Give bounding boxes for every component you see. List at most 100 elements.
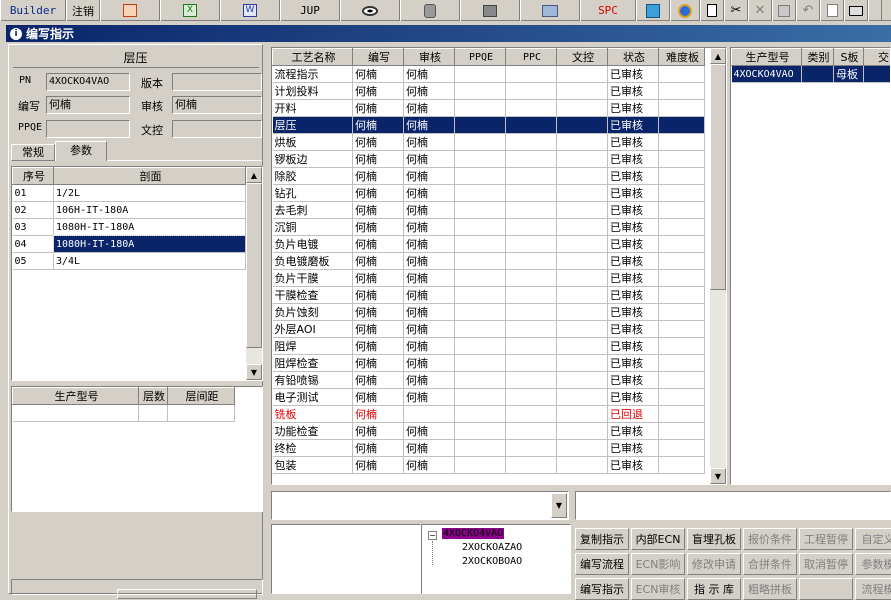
computer-icon[interactable] [520, 0, 580, 21]
action-button[interactable]: 参数模 [855, 553, 891, 575]
scroll-down-icon[interactable]: ▼ [246, 364, 262, 380]
docctrl-field[interactable] [172, 120, 262, 138]
table-row[interactable]: 去毛刺何楠何楠已审核 [273, 202, 705, 219]
col-header[interactable]: PPC [506, 49, 557, 66]
print-preview-icon[interactable] [820, 0, 844, 21]
undo-icon[interactable]: ↶ [796, 0, 820, 21]
process-scrollbar[interactable]: ▲ ▼ [710, 48, 726, 484]
action-button[interactable]: 流程模 [855, 578, 891, 600]
action-button[interactable]: 工程暂停 [799, 528, 853, 550]
profile-scrollbar[interactable]: ▲ ▼ [246, 167, 262, 380]
version-field[interactable] [172, 73, 262, 91]
bottom-button[interactable] [117, 589, 257, 599]
action-button[interactable]: 修改申请 [687, 553, 741, 575]
excel-icon[interactable]: X [160, 0, 220, 21]
scroll-thumb[interactable] [246, 183, 262, 348]
table-row[interactable]: 功能检查何楠何楠已审核 [273, 423, 705, 440]
print-icon[interactable] [844, 0, 868, 21]
action-button[interactable]: 取消暂停 [799, 553, 853, 575]
table-row[interactable]: 电子测试何楠何楠已审核 [273, 389, 705, 406]
action-button[interactable]: ECN审核 [631, 578, 685, 600]
combo-right[interactable] [575, 491, 891, 520]
table-row[interactable]: 沉铜何楠何楠已审核 [273, 219, 705, 236]
ppqe-field[interactable] [46, 120, 130, 138]
table-row[interactable]: 铣板何楠已回退 [273, 406, 705, 423]
table-row[interactable]: 开料何楠何楠已审核 [273, 100, 705, 117]
table-row[interactable]: 终检何楠何楠已审核 [273, 440, 705, 457]
word-icon[interactable]: W [220, 0, 280, 21]
table-row[interactable]: 锣板边何楠何楠已审核 [273, 151, 705, 168]
action-button[interactable]: 盲埋孔板 [687, 528, 741, 550]
action-button[interactable]: 编写指示 [575, 578, 629, 600]
table-row[interactable]: 负片干膜何楠何楠已审核 [273, 270, 705, 287]
col-header[interactable]: 工艺名称 [273, 49, 353, 66]
save-icon[interactable] [772, 0, 796, 21]
pn-field[interactable]: 4XOCKO4VAO [46, 73, 130, 91]
table-row[interactable]: 干膜检查何楠何楠已审核 [273, 287, 705, 304]
col-header-index[interactable]: 序号 [13, 168, 54, 185]
table-row[interactable]: 负片蚀刻何楠何楠已审核 [273, 304, 705, 321]
new-file-icon[interactable] [700, 0, 724, 21]
tree-child[interactable]: 2XOCKOBOAO [462, 556, 522, 567]
table-row[interactable]: 负片电镀何楠何楠已审核 [273, 236, 705, 253]
table-row[interactable]: 有铅喷锡何楠何楠已审核 [273, 372, 705, 389]
col-header[interactable]: PPQE [455, 49, 506, 66]
col-header-cross[interactable]: 交 [864, 49, 891, 66]
table-row[interactable]: 041080H-IT-180A [13, 236, 246, 253]
combo-left[interactable]: ▼ [271, 491, 569, 520]
close-icon[interactable]: ✕ [748, 0, 772, 21]
col-header-layers[interactable]: 层数 [139, 388, 168, 405]
network-icon[interactable] [460, 0, 520, 21]
table-row[interactable]: 流程指示何楠何楠已审核 [273, 66, 705, 83]
col-header-spacing[interactable]: 层间距 [168, 388, 235, 405]
action-button[interactable]: 指 示 库 [687, 578, 741, 600]
collapse-icon[interactable]: − [428, 531, 437, 540]
table-row[interactable]: 02106H-IT-180A [13, 202, 246, 219]
cut-icon[interactable]: ✂ [724, 0, 748, 21]
col-header[interactable]: 难度板 [659, 49, 705, 66]
col-header[interactable]: 审核 [404, 49, 455, 66]
action-button[interactable]: 合拼条件 [743, 553, 797, 575]
col-header-category[interactable]: 类别 [802, 49, 834, 66]
table-row[interactable]: 阻焊何楠何楠已审核 [273, 338, 705, 355]
logout-button[interactable]: 注销 [66, 0, 100, 21]
action-button[interactable]: 复制指示 [575, 528, 629, 550]
ie-icon[interactable] [670, 0, 700, 21]
table-row[interactable]: 053/4L [13, 253, 246, 270]
table-row[interactable]: 4XOCKO4VAO 母板 [732, 66, 891, 83]
col-header-model[interactable]: 生产型号 [732, 49, 802, 66]
action-button[interactable]: 内部ECN [631, 528, 685, 550]
scroll-up-icon[interactable]: ▲ [246, 167, 262, 183]
refresh-icon[interactable] [636, 0, 670, 21]
scroll-up-icon[interactable]: ▲ [710, 48, 726, 64]
toolbar-more-icon[interactable] [868, 0, 882, 21]
eye-icon[interactable] [340, 0, 400, 21]
col-header-model[interactable]: 生产型号 [13, 388, 139, 405]
col-header-sboard[interactable]: S板 [834, 49, 864, 66]
table-row[interactable]: 外层AOI何楠何楠已审核 [273, 321, 705, 338]
jup-button[interactable]: JUP [280, 0, 340, 21]
chevron-down-icon[interactable]: ▼ [551, 493, 567, 518]
table-row[interactable]: 除胶何楠何楠已审核 [273, 168, 705, 185]
col-header[interactable]: 文控 [557, 49, 608, 66]
table-row[interactable]: 计划投料何楠何楠已审核 [273, 83, 705, 100]
scroll-down-icon[interactable]: ▼ [710, 468, 726, 484]
table-row[interactable]: 包装何楠何楠已审核 [273, 457, 705, 474]
col-header-profile[interactable]: 剖面 [54, 168, 246, 185]
table-row[interactable]: 烘板何楠何楠已审核 [273, 134, 705, 151]
table-row[interactable]: 031080H-IT-180A [13, 219, 246, 236]
scroll-thumb[interactable] [710, 64, 726, 290]
reviewer-field[interactable]: 何楠 [172, 96, 262, 114]
action-button[interactable] [799, 578, 853, 600]
table-row[interactable]: 钻孔何楠何楠已审核 [273, 185, 705, 202]
table-row[interactable]: 层压何楠何楠已审核 [273, 117, 705, 134]
table-row[interactable]: 负电镀磨板何楠何楠已审核 [273, 253, 705, 270]
spc-button[interactable]: SPC [580, 0, 636, 21]
action-button[interactable]: 粗略拼板 [743, 578, 797, 600]
table-row[interactable]: 阻焊检查何楠何楠已审核 [273, 355, 705, 372]
action-button[interactable]: ECN影响 [631, 553, 685, 575]
action-button[interactable]: 自定义 [855, 528, 891, 550]
table-row[interactable]: 011/2L [13, 185, 246, 202]
col-header[interactable]: 状态 [608, 49, 659, 66]
action-button[interactable]: 报价条件 [743, 528, 797, 550]
